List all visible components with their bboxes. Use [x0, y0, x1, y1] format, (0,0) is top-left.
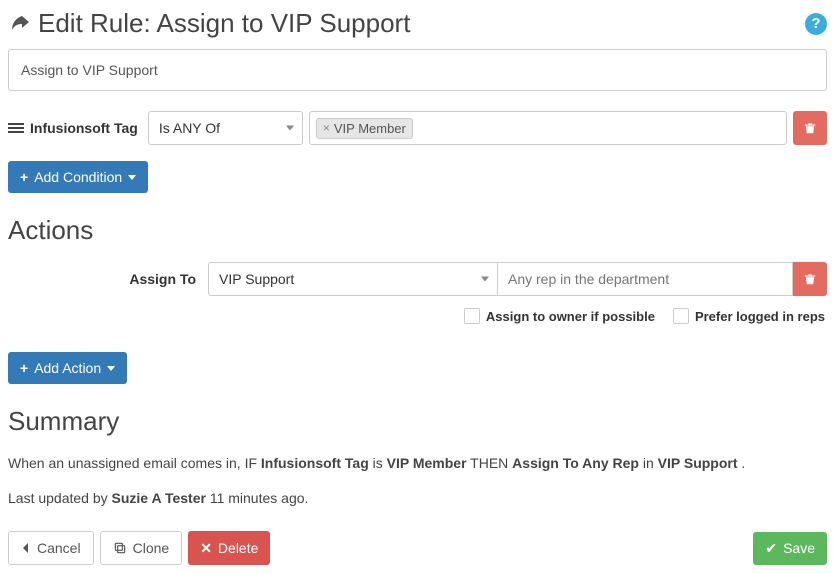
title-prefix: Edit Rule: — [38, 8, 151, 38]
add-action-button[interactable]: + Add Action — [8, 352, 127, 384]
condition-value-input[interactable]: × VIP Member — [309, 111, 787, 145]
tag-chip-label: VIP Member — [334, 121, 406, 136]
add-condition-button[interactable]: + Add Condition — [8, 161, 148, 193]
assign-owner-label: Assign to owner if possible — [486, 309, 655, 324]
action-label: Assign To — [8, 271, 208, 287]
rule-name-input[interactable] — [8, 49, 827, 91]
delete-button[interactable]: ✕ Delete — [188, 531, 270, 565]
clone-label: Clone — [133, 540, 170, 556]
delete-action-button[interactable] — [793, 262, 827, 296]
trash-icon — [803, 121, 817, 135]
condition-field-label: Infusionsoft Tag — [30, 120, 138, 136]
cancel-label: Cancel — [37, 540, 81, 556]
drag-handle-icon[interactable] — [8, 123, 24, 133]
copy-icon — [113, 541, 127, 555]
add-condition-label: Add Condition — [34, 169, 122, 185]
condition-operator-value: Is ANY Of — [159, 120, 220, 136]
trash-icon — [803, 272, 817, 286]
checkbox-icon — [673, 308, 689, 324]
chevron-down-icon — [481, 277, 489, 282]
action-row: Assign To VIP Support — [8, 262, 827, 296]
title-name: Assign to VIP Support — [157, 8, 411, 38]
chevron-down-icon — [107, 366, 115, 371]
summary-heading: Summary — [8, 406, 827, 437]
delete-condition-button[interactable] — [793, 111, 827, 145]
actions-heading: Actions — [8, 215, 827, 246]
add-action-label: Add Action — [34, 360, 101, 376]
clone-button[interactable]: Clone — [100, 531, 183, 565]
last-updated-text: Last updated by Suzie A Tester 11 minute… — [8, 488, 827, 509]
cancel-button[interactable]: Cancel — [8, 531, 94, 565]
chevron-down-icon — [286, 126, 294, 131]
remove-tag-icon[interactable]: × — [323, 121, 330, 135]
prefer-logged-label: Prefer logged in reps — [695, 309, 825, 324]
condition-operator-select[interactable]: Is ANY Of — [148, 111, 303, 145]
save-label: Save — [783, 540, 815, 556]
condition-row: Infusionsoft Tag Is ANY Of × VIP Member — [8, 111, 827, 145]
check-icon: ✔ — [765, 540, 777, 557]
page-title: Edit Rule: Assign to VIP Support — [8, 8, 410, 39]
chevron-left-icon — [21, 542, 31, 554]
tag-chip: × VIP Member — [316, 118, 413, 139]
assign-department-value: VIP Support — [219, 271, 294, 287]
plus-icon: + — [20, 169, 28, 185]
assign-owner-checkbox[interactable]: Assign to owner if possible — [464, 308, 655, 324]
checkbox-icon — [464, 308, 480, 324]
assign-rep-input[interactable] — [498, 262, 793, 296]
help-icon[interactable]: ? — [805, 13, 827, 35]
save-button[interactable]: ✔ Save — [753, 532, 827, 565]
prefer-logged-checkbox[interactable]: Prefer logged in reps — [673, 308, 825, 324]
plus-icon: + — [20, 360, 28, 376]
chevron-down-icon — [128, 175, 136, 180]
assign-department-select[interactable]: VIP Support — [208, 262, 498, 296]
summary-sentence: When an unassigned email comes in, IF In… — [8, 453, 827, 474]
delete-label: Delete — [218, 540, 258, 556]
close-icon: ✕ — [200, 540, 212, 557]
share-arrow-icon — [8, 12, 32, 36]
